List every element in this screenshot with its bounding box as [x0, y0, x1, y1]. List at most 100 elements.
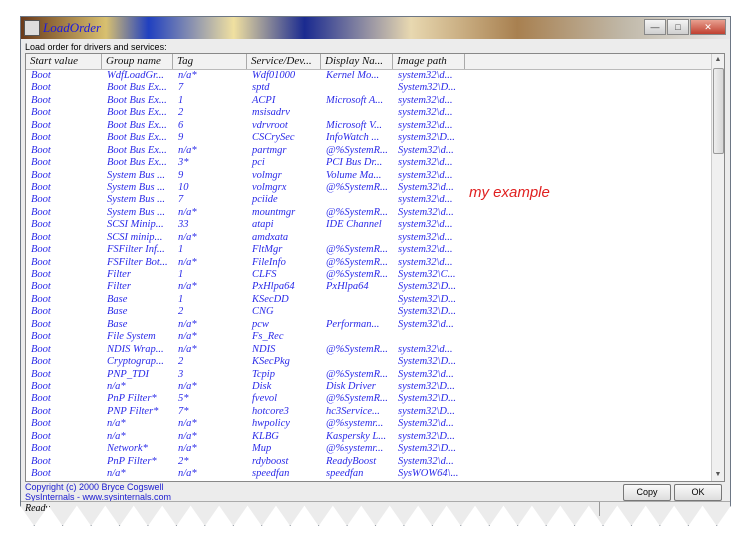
table-row[interactable]: Boot SCSI Minip... 33 atapi IDE Channel syste…: [26, 219, 712, 231]
column-header[interactable]: [465, 54, 712, 69]
column-header[interactable]: Display Na...: [321, 54, 393, 69]
table-cell: volmgr: [252, 169, 282, 181]
window-title: LoadOrder: [43, 20, 102, 35]
column-header[interactable]: Tag: [173, 54, 247, 69]
table-cell: [393, 331, 465, 343]
table-cell: [321, 107, 393, 119]
table-cell: 1: [178, 244, 184, 256]
table-cell: @%SystemR...: [326, 244, 388, 256]
table-row[interactable]: Boot System Bus ... n/a* mountmgr @%SystemR.…: [26, 207, 712, 219]
table-row[interactable]: Boot Boot Bus Ex... 2 msisadrv system32\d...: [26, 107, 712, 119]
table-row[interactable]: Boot System Bus ... 7 pciide system32\d...: [26, 194, 712, 206]
table-cell: PnP Filter*: [107, 393, 157, 405]
table-cell: Boot: [31, 244, 51, 256]
table-row[interactable]: Boot FSFilter Bot... n/a* FileInfo @%SystemR…: [26, 257, 712, 269]
table-cell: Base: [107, 318, 128, 330]
table-cell: System32\D...: [398, 293, 457, 305]
table-row[interactable]: Boot Boot Bus Ex... 9 CSCrySec InfoWatch ...…: [26, 132, 712, 144]
table-row[interactable]: Boot Boot Bus Ex... n/a* partmgr @%SystemR..…: [26, 145, 712, 157]
table-cell: Boot: [31, 107, 51, 119]
table-cell: rdyboost: [252, 455, 289, 467]
copy-button[interactable]: Copy: [623, 484, 671, 501]
table-cell: @%SystemR...: [326, 368, 388, 380]
table-row[interactable]: Boot Base 1 KSecDD System32\D...: [26, 294, 712, 306]
table-cell: [321, 294, 393, 306]
table-cell: Boot Bus Ex...: [107, 94, 167, 106]
table-cell: vdrvroot: [252, 119, 288, 131]
column-header[interactable]: Start value: [26, 54, 102, 69]
table-cell: System32\D...: [398, 393, 457, 405]
table-cell: System32\D...: [398, 356, 457, 368]
table-row[interactable]: Boot Boot Bus Ex... 1 ACPI Microsoft A... sys…: [26, 95, 712, 107]
load-order-list[interactable]: Start value Group name Tag Service/Dev... Di…: [25, 53, 725, 482]
close-button[interactable]: ✕: [690, 19, 726, 35]
table-cell: n/a*: [107, 468, 126, 479]
table-row[interactable]: Boot System Bus ... 10 volmgrx @%SystemR... S…: [26, 182, 712, 194]
table-row[interactable]: Boot PnP Filter* 5* fvevol @%SystemR... Syste…: [26, 393, 712, 405]
scroll-up-arrow-icon[interactable]: ▲: [712, 54, 724, 66]
table-cell: 1: [178, 269, 184, 280]
table-cell: n/a*: [178, 206, 197, 218]
table-cell: Boot: [31, 281, 51, 293]
table-cell: system32\d...: [398, 194, 453, 206]
table-row[interactable]: Boot NDIS Wrap... n/a* NDIS @%SystemR... syst…: [26, 344, 712, 356]
table-cell: PNP Filter*: [107, 405, 159, 417]
table-row[interactable]: Boot Network* n/a* Mup @%systemr... System32\…: [26, 443, 712, 455]
table-row[interactable]: Boot File System n/a* Fs_Rec: [26, 331, 712, 343]
column-header[interactable]: Service/Dev...: [247, 54, 321, 69]
table-cell: hc3Service...: [326, 405, 380, 417]
table-cell: Boot: [31, 269, 51, 280]
table-row[interactable]: Boot n/a* n/a* Disk Disk Driver system32\D...: [26, 381, 712, 393]
table-row[interactable]: Boot PNP Filter* 7* hotcore3 hc3Service... sy…: [26, 406, 712, 418]
table-row[interactable]: Boot WdfLoadGr... n/a* Wdf01000 Kernel Mo...…: [26, 70, 712, 82]
table-row[interactable]: Boot SCSI minip... n/a* amdxata system32\d..…: [26, 232, 712, 244]
minimize-button[interactable]: —: [644, 19, 666, 35]
table-cell: @%systemr...: [326, 443, 384, 455]
table-cell: @%SystemR...: [326, 181, 388, 193]
table-row[interactable]: Boot Cryptograp... 2 KSecPkg System32\D...: [26, 356, 712, 368]
table-cell: system32\d...: [398, 119, 453, 131]
table-cell: System32\d...: [398, 144, 454, 156]
scroll-thumb[interactable]: [713, 68, 724, 154]
table-row[interactable]: Boot FSFilter Inf... 1 FltMgr @%SystemR... sy…: [26, 244, 712, 256]
table-row[interactable]: Boot Boot Bus Ex... 3* pci PCI Bus Dr... syst…: [26, 157, 712, 169]
table-row[interactable]: Boot n/a* n/a* speedfan speedfan SysWOW64\...: [26, 468, 712, 480]
column-header[interactable]: Group name: [102, 54, 173, 69]
table-row[interactable]: Boot Boot Bus Ex... 7 sptd System32\D...: [26, 82, 712, 94]
table-cell: system32\D...: [398, 430, 455, 442]
table-cell: Boot: [31, 293, 51, 305]
table-row[interactable]: Boot System Bus ... 9 volmgr Volume Ma... sys…: [26, 170, 712, 182]
maximize-button[interactable]: □: [667, 19, 689, 35]
table-row[interactable]: Boot Base 2 CNG System32\D...: [26, 306, 712, 318]
table-row[interactable]: Boot PNP_TDI 3 Tcpip @%SystemR... System32\d.…: [26, 369, 712, 381]
table-cell: Boot: [31, 157, 51, 169]
title-bar[interactable]: LoadOrder — □ ✕: [21, 17, 730, 39]
table-cell: speedfan: [252, 468, 290, 479]
table-row[interactable]: Boot Base n/a* pcw Performan... System32\d...: [26, 319, 712, 331]
table-cell: hwpolicy: [252, 418, 290, 430]
table-cell: Boot: [31, 331, 51, 343]
column-header[interactable]: Image path: [393, 54, 465, 69]
table-cell: Filter: [107, 281, 131, 293]
table-row[interactable]: Boot Filter 1 CLFS @%SystemR... System32\C...: [26, 269, 712, 281]
table-row[interactable]: Boot Boot Bus Ex... 6 vdrvroot Microsoft V..…: [26, 120, 712, 132]
table-cell: Boot: [31, 119, 51, 131]
table-row[interactable]: Boot PnP Filter* 2* rdyboost ReadyBoost Syste…: [26, 456, 712, 468]
table-cell: ACPI: [252, 94, 276, 106]
table-cell: amdxata: [252, 231, 289, 243]
table-row[interactable]: Boot n/a* n/a* hwpolicy @%systemr... System32…: [26, 418, 712, 430]
scroll-down-arrow-icon[interactable]: ▼: [712, 469, 724, 481]
table-row[interactable]: Boot n/a* n/a* KLBG Kaspersky L... system32\D…: [26, 431, 712, 443]
table-row[interactable]: Boot Filter n/a* PxHlpa64 PxHlpa64 System32\D…: [26, 281, 712, 293]
table-cell: system32\d...: [398, 343, 453, 355]
table-cell: Boot: [31, 144, 51, 156]
table-cell: Fs_Rec: [252, 331, 284, 343]
vertical-scrollbar[interactable]: ▲ ▼: [711, 54, 724, 481]
table-cell: pcw: [252, 318, 269, 330]
table-cell: system32\d...: [398, 94, 453, 106]
table-cell: Disk Driver: [326, 380, 376, 392]
ok-button[interactable]: OK: [674, 484, 722, 501]
table-cell: n/a*: [178, 343, 197, 355]
table-cell: @%SystemR...: [326, 343, 388, 355]
table-cell: System32\d...: [398, 418, 454, 430]
